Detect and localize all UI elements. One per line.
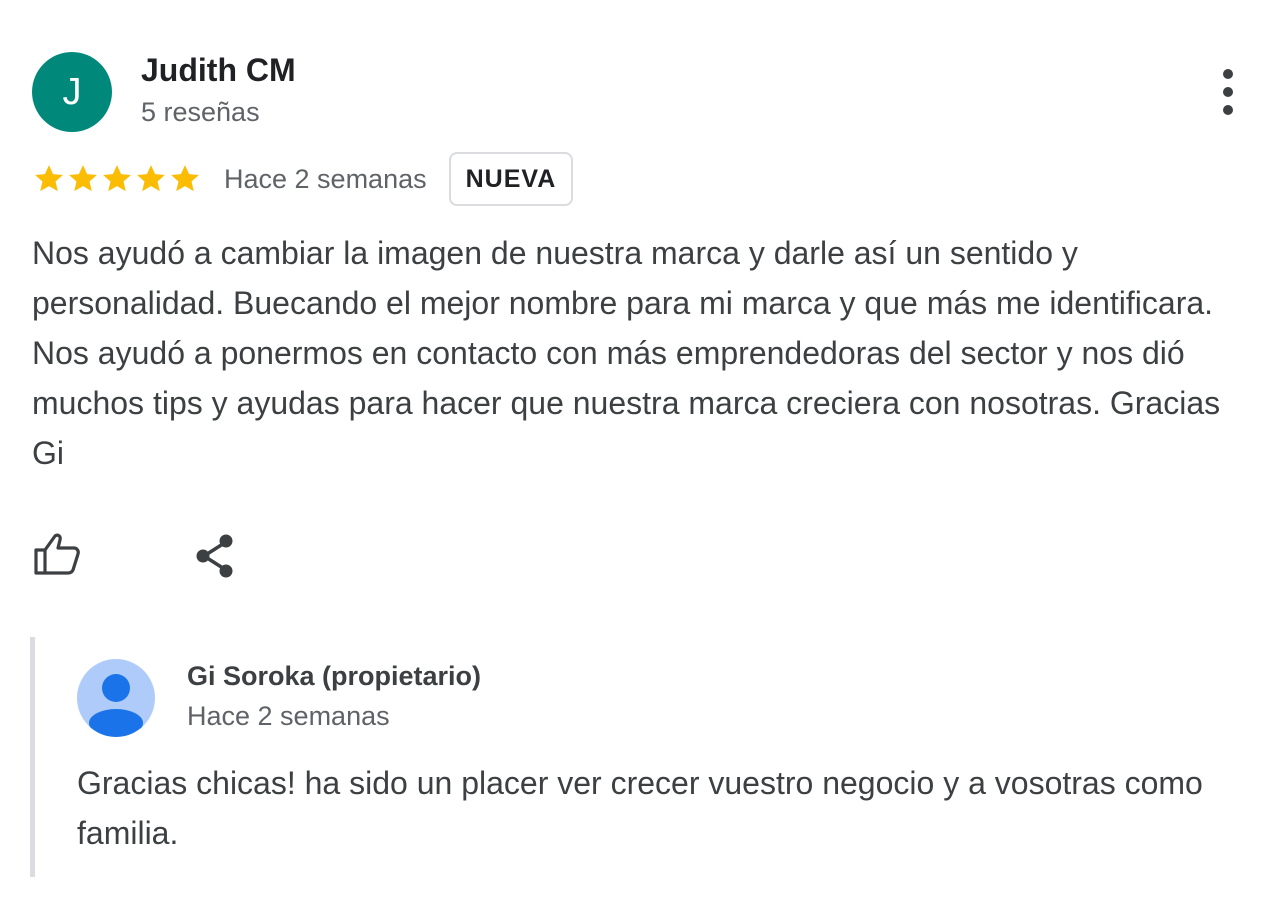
review-text: Nos ayudó a cambiar la imagen de nuestra…	[32, 235, 1221, 471]
rating-row: Hace 2 semanas NUEVA	[32, 152, 574, 206]
owner-avatar[interactable]	[77, 659, 155, 737]
star-icon	[69, 165, 97, 192]
reviewer-review-count[interactable]: 5 reseñas	[141, 97, 260, 128]
star-rating	[32, 162, 202, 196]
share-button[interactable]	[192, 530, 244, 582]
new-badge: NUEVA	[448, 152, 574, 206]
like-button[interactable]	[32, 530, 84, 582]
more-vertical-icon	[1223, 69, 1233, 115]
owner-name: Gi Soroka (propietario)	[187, 661, 482, 691]
default-profile-icon	[77, 659, 155, 737]
review-date: Hace 2 semanas	[224, 163, 427, 194]
star-icon	[35, 165, 63, 192]
more-options-button[interactable]	[1212, 66, 1244, 118]
thumbs-up-icon	[34, 533, 80, 575]
share-icon	[196, 534, 233, 578]
star-icon	[171, 165, 199, 192]
reviewer-name[interactable]: Judith CM	[141, 52, 296, 89]
star-icon	[103, 165, 131, 192]
reviewer-avatar[interactable]: J	[32, 52, 112, 132]
owner-reply: Gi Soroka (propietario) Hace 2 semanas G…	[30, 637, 1255, 877]
star-icon	[137, 165, 165, 192]
owner-reply-date: Hace 2 semanas	[187, 701, 390, 731]
owner-reply-text: Gracias chicas! ha sido un placer ver cr…	[77, 765, 1203, 851]
